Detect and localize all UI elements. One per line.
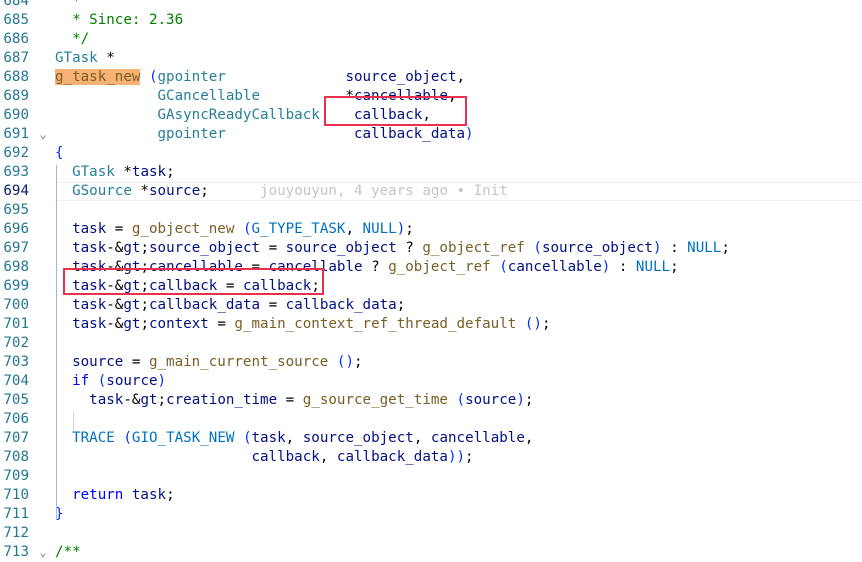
line-number: 700 [3,297,29,313]
line-number: 685 [3,12,29,28]
code-line-700[interactable]: 700 task-&gt;callback_data = callback_da… [0,296,862,315]
code-line-704[interactable]: 704 if (source) [0,372,862,391]
line-number: 697 [3,240,29,256]
code-text: task-&gt;context = g_main_context_ref_th… [72,316,551,332]
code-line-685[interactable]: 685 * Since: 2.36 [0,11,862,30]
line-number: 696 [3,221,29,237]
line-number: 708 [3,449,29,465]
code-line-713[interactable]: 713 ⌄ /** [0,543,862,562]
line-number: 693 [3,164,29,180]
annotation-box-callback-param [324,96,467,126]
code-text: * [55,0,81,9]
line-number: 711 [3,506,29,522]
code-line-710[interactable]: 710 return task; [0,486,862,505]
code-line-694[interactable]: 694 GSource *source; jouyouyun, 4 years … [0,182,862,201]
code-line-691[interactable]: 691 ⌄ gpointer callback_data) [0,125,862,144]
code-text: GSource *source; jouyouyun, 4 years ago … [72,183,508,199]
code-text: */ [55,31,90,47]
code-line-687[interactable]: 687 GTask * [0,49,862,68]
line-number: 688 [3,69,29,85]
code-line-686[interactable]: 686 */ [0,30,862,49]
line-number: 699 [3,278,29,294]
code-text: g_task_new (gpointer source_object, [55,69,466,85]
line-number: 705 [3,392,29,408]
fold-chevron-icon[interactable]: ⌄ [36,543,50,562]
code-line-701[interactable]: 701 task-&gt;context = g_main_context_re… [0,315,862,334]
code-line-706[interactable]: 706 [0,410,862,429]
annotation-box-callback-assign [63,268,324,295]
line-number: 687 [3,50,29,66]
line-number: 694 [3,183,29,199]
code-line-708[interactable]: 708 callback, callback_data)); [0,448,862,467]
git-blame-annotation: jouyouyun, 4 years ago • Init [208,183,508,199]
line-number: 710 [3,487,29,503]
line-number: 691 [3,126,29,142]
code-text: task-&gt;source_object = source_object ?… [72,240,730,256]
line-number: 689 [3,88,29,104]
code-line-707[interactable]: 707 TRACE (GIO_TASK_NEW (task, source_ob… [0,429,862,448]
code-text: * Since: 2.36 [55,12,184,28]
line-number: 698 [3,259,29,275]
indent-guide [73,412,74,431]
code-text: GTask * [55,50,115,66]
code-text: source = g_main_current_source (); [72,354,363,370]
line-number: 692 [3,145,29,161]
code-text: { [55,145,64,161]
code-line-712[interactable]: 712 [0,524,862,543]
code-text: /** [55,544,81,560]
line-number: 709 [3,468,29,484]
code-line-696[interactable]: 696 task = g_object_new (G_TYPE_TASK, NU… [0,220,862,239]
code-text: TRACE (GIO_TASK_NEW (task, source_object… [72,430,534,446]
indent-guide-active [56,165,57,520]
code-text: return task; [72,487,175,503]
code-line-702[interactable]: 702 [0,334,862,353]
code-line-705[interactable]: 705 task-&gt;creation_time = g_source_ge… [0,391,862,410]
code-text: task-&gt;callback_data = callback_data; [72,297,406,313]
line-number: 704 [3,373,29,389]
fold-chevron-icon[interactable]: ⌄ [36,125,50,144]
line-number: 690 [3,107,29,123]
line-number: 686 [3,31,29,47]
code-line-695[interactable]: 695 [0,201,862,220]
code-text: task = g_object_new (G_TYPE_TASK, NULL); [72,221,414,237]
code-line-693[interactable]: 693 GTask *task; [0,163,862,182]
code-line-692[interactable]: 692 { [0,144,862,163]
code-line-703[interactable]: 703 source = g_main_current_source (); [0,353,862,372]
line-number: 703 [3,354,29,370]
line-number: 706 [3,411,29,427]
line-number: 702 [3,335,29,351]
line-number: 701 [3,316,29,332]
line-number: 707 [3,430,29,446]
code-editor[interactable]: 684 * 685 * Since: 2.36 686 */687 GTask * 68… [0,0,862,560]
line-number: 713 [3,544,29,560]
line-number: 712 [3,525,29,541]
code-line-697[interactable]: 697 task-&gt;source_object = source_obje… [0,239,862,258]
code-line-684[interactable]: 684 * [0,0,862,11]
code-line-711[interactable]: 711} [0,505,862,524]
code-text: task-&gt;creation_time = g_source_get_ti… [89,392,534,408]
code-text: gpointer callback_data) [157,126,474,142]
code-line-688[interactable]: 688 g_task_new (gpointer source_object, [0,68,862,87]
line-number: 684 [3,0,29,9]
code-text: GTask *task; [72,164,175,180]
code-line-709[interactable]: 709 [0,467,862,486]
code-text: callback, callback_data)); [251,449,474,465]
code-text: if (source) [72,373,167,389]
line-number: 695 [3,202,29,218]
